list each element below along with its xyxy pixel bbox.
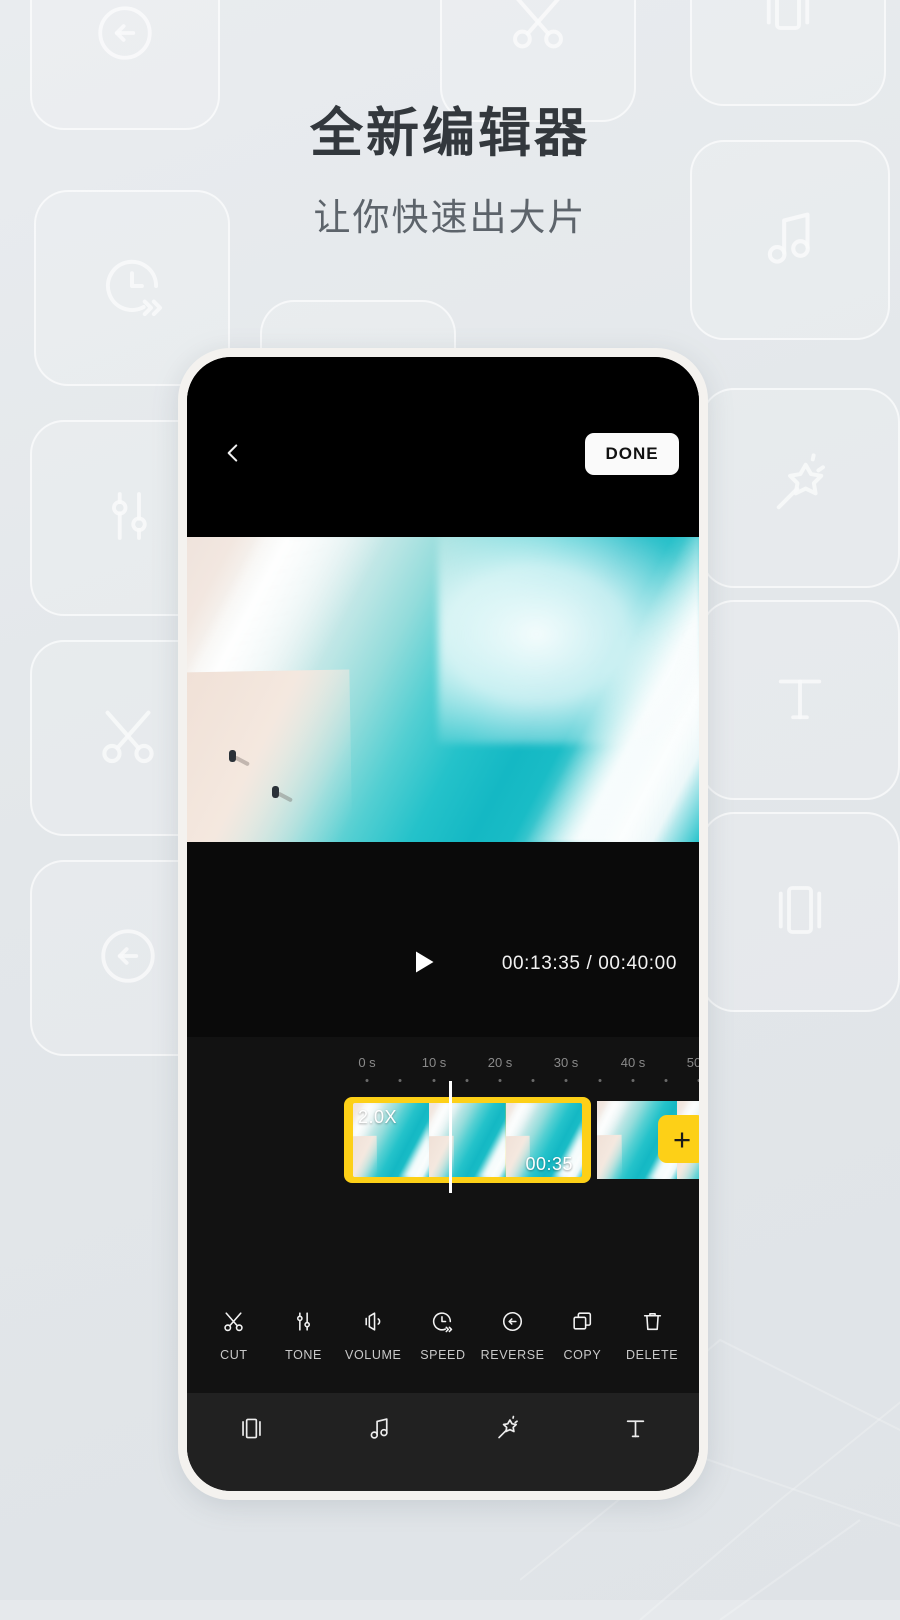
tool-cut[interactable]: CUT xyxy=(201,1309,267,1362)
ruler-tick xyxy=(631,1079,635,1082)
text-icon xyxy=(767,665,833,736)
ruler-tick xyxy=(398,1079,402,1082)
page-title: 全新编辑器 xyxy=(310,104,590,163)
text-icon xyxy=(621,1414,650,1448)
tool-copy[interactable]: COPY xyxy=(549,1309,615,1362)
volume-icon xyxy=(361,1309,386,1339)
magic-wand-icon xyxy=(493,1414,522,1448)
watermark-tile-text xyxy=(700,600,900,800)
nav-item-clips[interactable] xyxy=(216,1406,286,1456)
app-topbar: DONE xyxy=(187,357,699,537)
scissors-icon xyxy=(504,0,572,61)
tool-label: COPY xyxy=(563,1347,602,1362)
ruler-tick xyxy=(498,1079,502,1082)
breaking-wave-foam xyxy=(437,537,699,745)
ruler-tick xyxy=(465,1079,469,1082)
phone-screen: DONE 00:13:35 / 00:40:00 0 s 10 s 20 s 3… xyxy=(187,357,699,1491)
nav-item-text[interactable] xyxy=(600,1406,670,1456)
time-display: 00:13:35 / 00:40:00 xyxy=(501,953,677,974)
delete-icon xyxy=(640,1309,665,1339)
headline-block: 全新编辑器 让你快速出大片 xyxy=(0,104,900,241)
sand-strip xyxy=(187,669,353,842)
tool-volume[interactable]: VOLUME xyxy=(340,1309,406,1362)
clip-strip[interactable]: 2.0X 00:35 + xyxy=(187,1097,699,1183)
reverse-icon xyxy=(95,923,161,994)
reverse-icon xyxy=(92,0,158,71)
done-button[interactable]: DONE xyxy=(585,433,679,475)
playback-row: 00:13:35 / 00:40:00 xyxy=(187,941,699,987)
speed-badge: 2.0X xyxy=(358,1107,398,1127)
clips-icon xyxy=(755,0,821,44)
tool-tone[interactable]: TONE xyxy=(271,1309,337,1362)
video-preview[interactable] xyxy=(187,537,699,842)
copy-icon xyxy=(570,1309,595,1339)
edit-toolbar: CUT TONE VOLUME SPEED REVERSE COPY DELET… xyxy=(187,1283,699,1393)
watermark-tile-clips xyxy=(690,0,886,106)
preview-area: 00:13:35 / 00:40:00 xyxy=(187,537,699,1037)
clips-icon xyxy=(767,877,833,948)
ruler-label: 10 s xyxy=(421,1055,447,1070)
magic-wand-icon xyxy=(766,452,834,525)
ruler-label: 50 s xyxy=(686,1055,699,1070)
timeline-clip-selected[interactable]: 2.0X 00:35 xyxy=(344,1097,591,1183)
nav-item-music[interactable] xyxy=(344,1406,414,1456)
timeline-ruler: 0 s 10 s 20 s 30 s 40 s 50 s xyxy=(187,1055,699,1089)
add-clip-button[interactable]: + xyxy=(658,1115,699,1163)
tool-label: DELETE xyxy=(625,1347,679,1362)
tone-icon xyxy=(95,483,161,554)
play-icon xyxy=(409,947,437,982)
bottom-nav xyxy=(187,1393,699,1491)
ruler-tick xyxy=(697,1079,699,1082)
timeline-area[interactable]: 0 s 10 s 20 s 30 s 40 s 50 s xyxy=(187,1037,699,1283)
scissors-icon xyxy=(93,701,163,776)
watermark-tile-clips-2 xyxy=(700,812,900,1012)
ruler-tick xyxy=(598,1079,602,1082)
tool-speed[interactable]: SPEED xyxy=(410,1309,476,1362)
tone-icon xyxy=(291,1309,316,1339)
reverse-icon xyxy=(500,1309,525,1339)
speed-icon xyxy=(430,1309,455,1339)
tool-reverse[interactable]: REVERSE xyxy=(480,1309,546,1362)
ruler-tick xyxy=(365,1079,369,1082)
ruler-label: 30 s xyxy=(553,1055,579,1070)
nav-item-effects[interactable] xyxy=(472,1406,542,1456)
ruler-label: 20 s xyxy=(487,1055,513,1070)
back-button[interactable] xyxy=(211,433,255,477)
ruler-tick xyxy=(531,1079,535,1082)
ruler-label: 40 s xyxy=(620,1055,646,1070)
tool-delete[interactable]: DELETE xyxy=(619,1309,685,1362)
chevron-left-icon xyxy=(220,440,246,471)
ruler-tick xyxy=(432,1079,436,1082)
tool-label: SPEED xyxy=(420,1347,466,1362)
playhead[interactable] xyxy=(449,1081,452,1193)
watermark-tile-magic xyxy=(700,388,900,588)
page-subtitle: 让你快速出大片 xyxy=(313,196,587,238)
tool-label: VOLUME xyxy=(345,1347,402,1362)
clip-thumbnail xyxy=(429,1103,506,1177)
ruler-tick xyxy=(664,1079,668,1082)
tool-label: CUT xyxy=(220,1347,248,1362)
clips-icon xyxy=(237,1414,266,1448)
beach-person-1 xyxy=(229,750,236,762)
play-button[interactable] xyxy=(400,941,446,987)
tool-label: TONE xyxy=(285,1347,322,1362)
scissors-icon xyxy=(221,1309,246,1339)
clip-duration-label: 00:35 xyxy=(525,1154,573,1174)
ruler-tick xyxy=(564,1079,568,1082)
tool-label: REVERSE xyxy=(480,1347,545,1362)
music-icon xyxy=(365,1414,394,1448)
beach-person-2 xyxy=(272,786,279,798)
speed-icon xyxy=(98,252,166,325)
ruler-label: 0 s xyxy=(358,1055,376,1070)
phone-frame: DONE 00:13:35 / 00:40:00 0 s 10 s 20 s 3… xyxy=(178,348,708,1500)
